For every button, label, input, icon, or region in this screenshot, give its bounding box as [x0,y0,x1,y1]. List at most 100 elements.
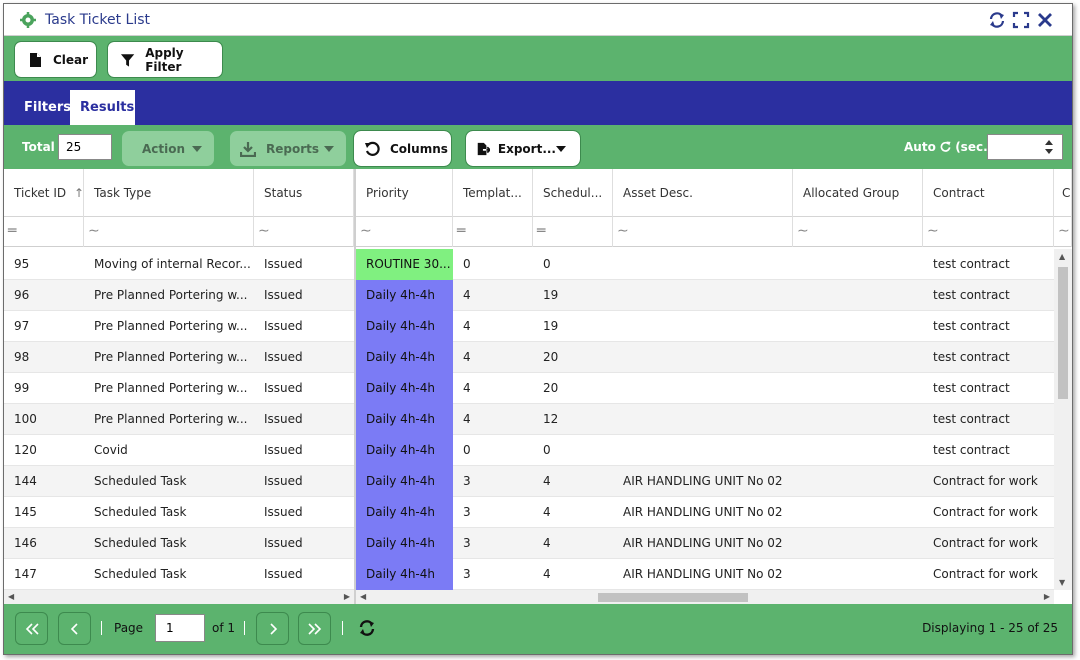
filter-contains-icon[interactable]: ∼ [84,217,254,247]
cell-priority: Daily 4h-4h [356,466,453,497]
table-row[interactable]: 97 Pre Planned Portering w... Issued Daily … [4,311,1054,342]
export-button[interactable]: Export... [465,130,581,167]
scroll-left-icon[interactable]: ◀ [360,592,366,601]
table-row[interactable]: 146 Scheduled Task Issued Daily 4h-4h 3 4 AIR … [4,528,1054,559]
col-status[interactable]: Status [254,169,354,217]
displaying-status: Displaying 1 - 25 of 25 [922,621,1058,635]
close-icon[interactable] [1036,11,1054,29]
cell-ticket-id: 98 [14,350,30,364]
col-asset-desc[interactable]: Asset Desc. [613,169,793,217]
reports-button[interactable]: Reports [230,131,346,166]
filter-contains-icon[interactable]: ∼ [793,217,923,247]
columns-button[interactable]: Columns [353,130,452,167]
grid-toolbar: Total Action Reports Columns Export... A… [4,125,1072,169]
cell-ticket-id: 146 [14,536,37,550]
cell-task-type: Covid [94,443,128,457]
auto-label-text: Auto [904,140,936,154]
cell-ticket-id: 144 [14,474,37,488]
filter-contains-icon[interactable]: ∼ [613,217,793,247]
next-page-button[interactable] [256,612,289,645]
cell-asset-desc [613,280,793,311]
action-button[interactable]: Action [122,131,214,166]
cell-schedule: 4 [543,567,551,581]
clear-label: Clear [53,52,89,67]
page-input[interactable] [155,614,205,642]
window-title: Task Ticket List [45,12,151,28]
filter-equals-icon[interactable]: ═ [453,217,533,247]
col-template[interactable]: Templat... [453,169,533,217]
filter-equals-icon[interactable]: ═ [4,217,84,247]
table-row[interactable]: 96 Pre Planned Portering w... Issued Daily … [4,280,1054,311]
chevron-down-icon [556,145,566,152]
col-schedule[interactable]: Schedul... [533,169,613,217]
cell-schedule: 20 [543,350,559,364]
vertical-scrollbar[interactable]: ▲ ▼ [1054,249,1072,590]
table-row[interactable]: 147 Scheduled Task Issued Daily 4h-4h 3 4 AIR … [4,559,1054,590]
filter-contains-icon[interactable]: ∼ [923,217,1054,247]
auto-refresh-spinner[interactable] [987,134,1063,160]
filter-contains-icon[interactable]: ∼ [356,217,453,247]
cell-allocated-group [793,249,923,280]
scroll-down-icon[interactable]: ▼ [1059,578,1065,587]
table-row[interactable]: 95 Moving of internal Recor... Issued ROUTI… [4,249,1054,280]
task-ticket-list-window: Task Ticket List Clear Apply Filter Filt… [3,3,1073,655]
maximize-icon[interactable] [1012,11,1030,29]
cell-schedule: 19 [543,319,559,333]
total-input[interactable] [58,134,112,160]
filter-contains-icon[interactable]: ∼ [254,217,354,247]
filter-row: ═ ∼ ∼ ∼ ═ ═ ∼ ∼ ∼ ∼ [4,217,1072,247]
table-row[interactable]: 100 Pre Planned Portering w... Issued Daily… [4,404,1054,435]
scroll-right-icon[interactable]: ▶ [344,592,350,601]
cell-template: 4 [463,350,471,364]
table-row[interactable]: 98 Pre Planned Portering w... Issued Daily … [4,342,1054,373]
cell-schedule: 19 [543,288,559,302]
table-row[interactable]: 144 Scheduled Task Issued Daily 4h-4h 3 4 AIR … [4,466,1054,497]
cell-asset-desc [613,342,793,373]
table-row[interactable]: 145 Scheduled Task Issued Daily 4h-4h 3 4 AIR … [4,497,1054,528]
filter-contains-icon[interactable]: ∼ [1054,217,1072,247]
col-contract[interactable]: Contract [923,169,1054,217]
col-ticket-id[interactable]: Ticket ID ↑ [4,169,84,217]
page-label: Page [114,621,144,635]
first-page-button[interactable] [15,612,48,645]
scroll-right-icon[interactable]: ▶ [1044,592,1050,601]
col-task-type[interactable]: Task Type [84,169,254,217]
cell-task-type: Scheduled Task [94,536,187,550]
table-row[interactable]: 120 Covid Issued Daily 4h-4h 0 0 test contract [4,435,1054,466]
apply-filter-button[interactable]: Apply Filter [107,41,223,78]
cell-priority: ROUTINE 30... [356,249,453,280]
clear-button[interactable]: Clear [14,41,97,78]
refresh-icon[interactable] [988,11,1006,29]
chevron-down-icon [192,145,202,152]
cell-schedule: 12 [543,412,559,426]
filter-equals-icon[interactable]: ═ [533,217,613,247]
cell-contract: Contract for work [933,474,1038,488]
col-priority[interactable]: Priority [356,169,453,217]
last-page-button[interactable] [298,612,331,645]
horizontal-scroll-thumb[interactable] [598,593,748,602]
gear-icon [20,12,36,28]
cell-status: Issued [264,381,303,395]
cell-task-type: Pre Planned Portering w... [94,412,248,426]
prev-page-button[interactable] [58,612,91,645]
col-next[interactable]: C [1054,169,1072,217]
cell-priority: Daily 4h-4h [356,435,453,466]
tab-results[interactable]: Results [70,90,135,125]
chevron-down-icon [324,145,334,152]
horizontal-scrollbar-pinned[interactable]: ◀ ▶ [4,590,354,604]
vertical-scroll-thumb[interactable] [1058,267,1068,399]
col-allocated-group[interactable]: Allocated Group [793,169,923,217]
cell-template: 4 [463,381,471,395]
table-row[interactable]: 99 Pre Planned Portering w... Issued Daily … [4,373,1054,404]
scroll-up-icon[interactable]: ▲ [1059,252,1065,261]
horizontal-scrollbar[interactable]: ◀ ▶ [356,590,1054,604]
cell-task-type: Moving of internal Recor... [94,257,251,271]
scroll-left-icon[interactable]: ◀ [8,592,14,601]
cell-schedule: 4 [543,505,551,519]
refresh-page-button[interactable] [358,619,378,639]
columns-label: Columns [390,141,448,156]
undo-icon [365,141,380,156]
cell-status: Issued [264,350,303,364]
cell-priority: Daily 4h-4h [356,404,453,435]
cell-ticket-id: 99 [14,381,30,395]
